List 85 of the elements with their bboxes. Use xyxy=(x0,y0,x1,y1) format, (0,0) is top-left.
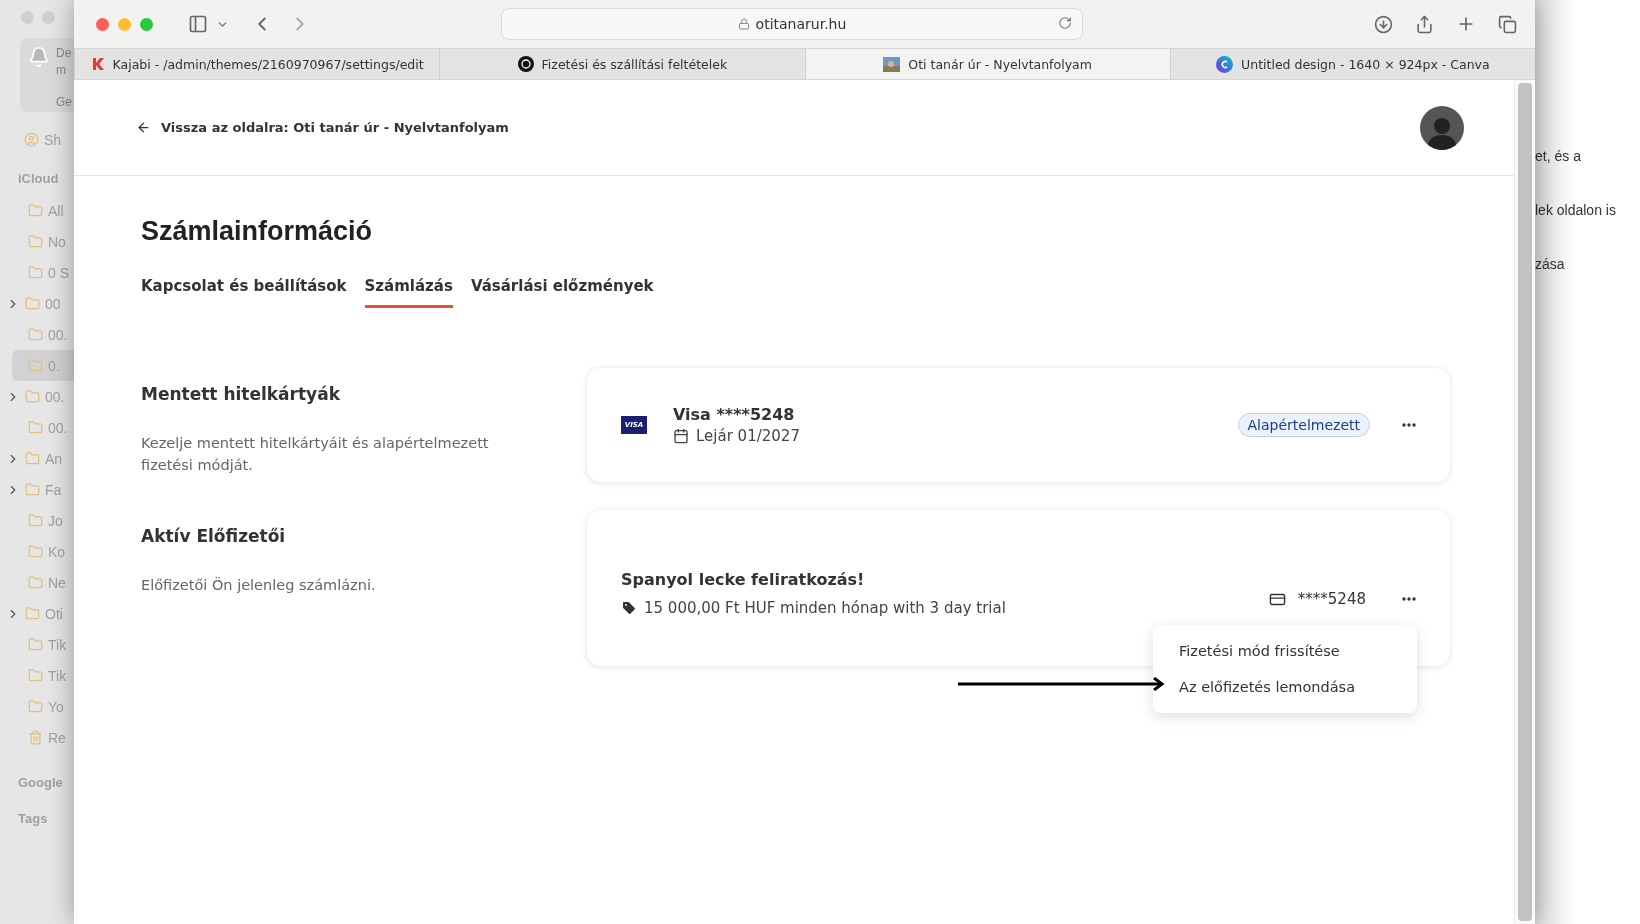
menu-item[interactable]: Az előfizetés lemondása xyxy=(1153,669,1417,705)
page-title: Számlainformáció xyxy=(141,216,374,247)
scrollbar[interactable] xyxy=(1518,83,1532,921)
card-name: Visa ****5248 xyxy=(673,405,796,424)
folder-item[interactable]: Tik xyxy=(12,629,74,660)
page-tab[interactable]: Számlázás xyxy=(364,277,453,308)
lock-icon xyxy=(737,18,750,30)
folder-icon xyxy=(28,699,43,714)
folder-icon xyxy=(28,265,43,280)
folder-item[interactable]: 00. xyxy=(12,319,74,350)
folder-item[interactable]: Tik xyxy=(12,660,74,691)
person-icon xyxy=(24,132,39,147)
folder-item[interactable]: 00. xyxy=(12,412,74,443)
section-heading: iCloud xyxy=(18,171,59,186)
background-text: et, és a xyxy=(1535,148,1582,164)
background-text: lek oldalon is xyxy=(1535,202,1617,218)
card-expiry: Lejár 01/2027 xyxy=(696,427,800,445)
more-icon xyxy=(1402,423,1416,427)
calendar-icon xyxy=(673,428,689,444)
menu-item[interactable]: Fizetési mód frissítése xyxy=(1153,633,1417,669)
subscription-price: 15 000,00 Ft HUF minden hónap with 3 day trial xyxy=(644,598,1006,617)
download-icon[interactable] xyxy=(1374,14,1393,34)
folder-icon xyxy=(25,606,40,621)
background-text: zása xyxy=(1535,256,1566,272)
folder-icon xyxy=(25,389,40,404)
folder-item[interactable]: An xyxy=(12,443,74,474)
folder-icon xyxy=(28,544,43,559)
more-button[interactable] xyxy=(1402,597,1416,601)
folder-item[interactable]: Oti xyxy=(12,598,74,629)
back-link[interactable]: Vissza az oldalra: Oti tanár úr - Nyelvtanfolyam xyxy=(136,120,509,135)
folder-item[interactable]: Jo xyxy=(12,505,74,536)
folder-item[interactable]: Ne xyxy=(12,567,74,598)
folder-icon xyxy=(25,296,40,311)
browser-tab[interactable]: Oti tanár úr - Nyelvtanfolyam xyxy=(804,49,1170,79)
notification-title: De xyxy=(56,46,73,62)
page-tab[interactable]: Kapcsolat és beállítások xyxy=(141,277,347,308)
section-description: Előfizetői Ön jelenleg számlázni. xyxy=(141,576,377,595)
folder-icon xyxy=(28,420,43,435)
tag-icon xyxy=(621,599,637,616)
section-title: Aktív Előfizetői xyxy=(141,526,287,546)
folder-item[interactable]: Fa xyxy=(12,474,74,505)
tabs-icon[interactable] xyxy=(1498,14,1517,34)
section-title: Mentett hitelkártyák xyxy=(141,384,341,404)
section-description: Kezelje mentett hitelkártyáit és alapértelmezett fizetési módját. xyxy=(141,434,490,475)
notification-card[interactable]: De m Ge xyxy=(20,38,74,112)
folder-icon xyxy=(28,203,43,218)
bell-icon xyxy=(28,46,50,68)
folder-icon xyxy=(28,327,43,342)
section-heading: Tags xyxy=(18,811,48,826)
folder-item[interactable]: All xyxy=(12,195,74,226)
sidebar-item[interactable]: Sh xyxy=(44,131,62,148)
more-icon xyxy=(1402,597,1416,601)
k-logo-icon xyxy=(90,57,105,71)
folder-icon xyxy=(28,234,43,249)
folder-icon xyxy=(28,637,43,652)
folder-item[interactable]: Yo xyxy=(12,691,74,722)
notification-text: m xyxy=(56,63,67,80)
folder-icon xyxy=(28,575,43,590)
section-heading: Google xyxy=(18,775,63,790)
folder-icon xyxy=(28,358,43,373)
address-field[interactable]: otitanarur.hu xyxy=(501,8,1083,40)
folder-icon xyxy=(28,513,43,528)
folder-item[interactable]: No xyxy=(12,226,74,257)
folder-item[interactable]: 00. xyxy=(12,381,74,412)
more-button[interactable] xyxy=(1402,423,1416,427)
default-badge: Alapértelmezett xyxy=(1237,413,1370,437)
subscription-name: Spanyol lecke feliratkozás! xyxy=(621,569,866,589)
folder-icon xyxy=(28,668,43,683)
share-icon[interactable] xyxy=(1415,14,1434,34)
close-button[interactable] xyxy=(96,17,109,31)
folder-icon xyxy=(25,451,40,466)
avatar-icon[interactable] xyxy=(1420,105,1464,150)
card-number: ****5248 xyxy=(1297,590,1366,608)
folder-item[interactable]: Ko xyxy=(12,536,74,567)
folder-icon xyxy=(25,482,40,497)
notification-action[interactable]: Ge xyxy=(56,94,74,112)
reload-icon[interactable] xyxy=(1058,16,1072,30)
folder-item[interactable]: Re xyxy=(12,722,74,753)
folder-item[interactable]: 0 S xyxy=(12,257,74,288)
c-logo-icon xyxy=(1216,55,1234,73)
page-tab[interactable]: Vásárlási előzmények xyxy=(470,277,654,308)
zoom-button[interactable] xyxy=(140,17,153,31)
sidebar-icon[interactable] xyxy=(188,14,208,34)
trash-icon xyxy=(28,730,43,745)
folder-item[interactable]: 00 xyxy=(12,288,74,319)
